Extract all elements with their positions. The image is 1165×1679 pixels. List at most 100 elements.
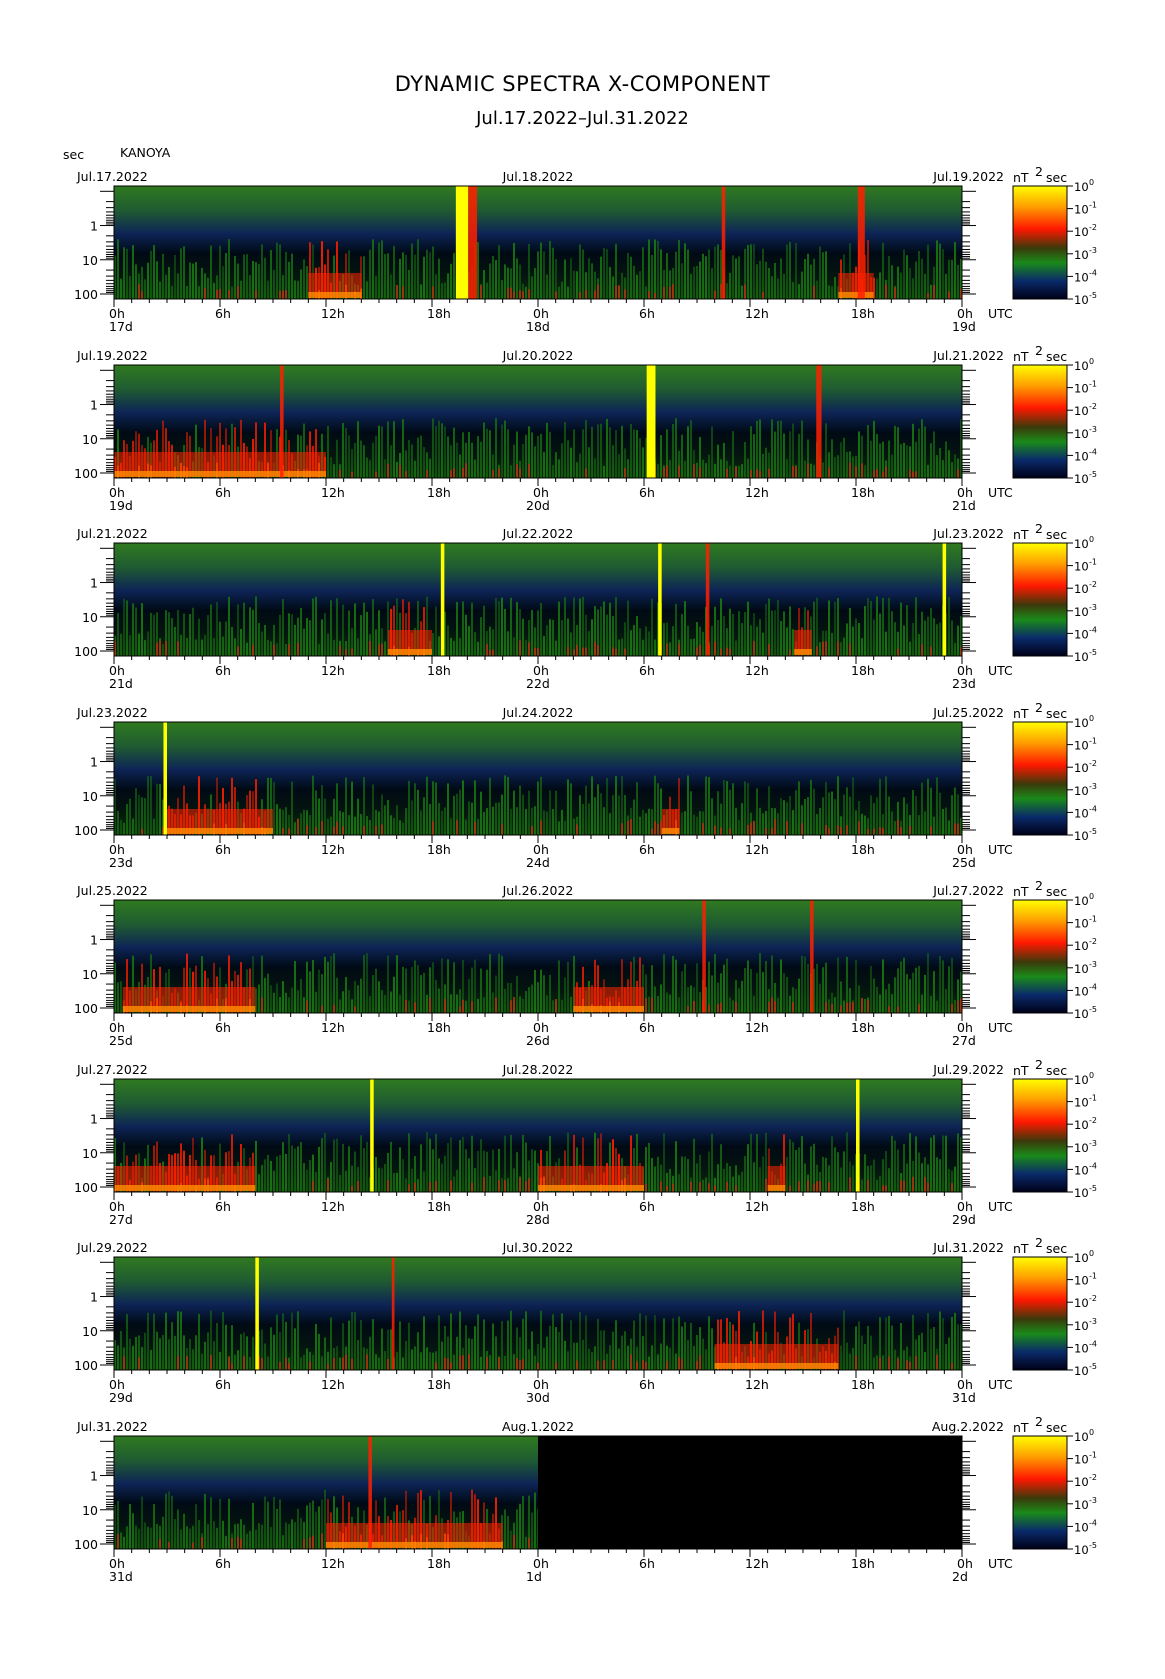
spectral-power-streak xyxy=(297,990,299,1013)
spectral-power-streak xyxy=(843,1310,845,1370)
spectral-power-streak xyxy=(690,419,692,478)
spectral-power-streak xyxy=(903,957,905,1013)
spectral-power-streak xyxy=(558,1331,560,1370)
spectral-power-streak xyxy=(720,648,722,656)
spectral-power-streak xyxy=(831,438,833,478)
spectral-power-streak xyxy=(630,1354,632,1370)
utc-label: UTC xyxy=(988,1198,1013,1214)
spectral-power-streak xyxy=(135,1336,137,1370)
y-tick-label: 100 xyxy=(74,1179,98,1194)
spectral-power-streak xyxy=(288,261,290,299)
spectral-power-streak xyxy=(405,807,407,835)
spectral-power-streak xyxy=(906,444,908,478)
spectral-power-streak xyxy=(660,1343,662,1370)
spectral-power-streak xyxy=(507,428,509,478)
spectral-power-streak xyxy=(780,258,782,299)
spectral-power-streak xyxy=(429,1181,431,1192)
colorbar-tick-exponent: -5 xyxy=(1089,1541,1097,1550)
spike-max xyxy=(942,543,947,656)
spectral-power-streak xyxy=(522,794,524,835)
spectral-power-streak xyxy=(576,461,578,478)
spectral-power-streak xyxy=(642,809,644,835)
spectral-power-streak xyxy=(561,999,563,1013)
spectral-power-streak xyxy=(951,461,953,478)
spectral-power-streak xyxy=(858,820,860,835)
spectral-power-streak xyxy=(624,467,626,478)
spectral-power-streak xyxy=(753,820,755,835)
x-tick-label: 6h xyxy=(639,484,655,500)
spectral-power-streak xyxy=(231,1537,233,1549)
spectral-power-streak xyxy=(144,1332,146,1370)
spectral-power-streak xyxy=(306,618,308,656)
colorbar-tick-exponent: -4 xyxy=(1089,625,1097,634)
colorbar-tick-exponent: -5 xyxy=(1089,291,1097,300)
spectral-power-streak xyxy=(606,418,608,478)
spectral-power-streak xyxy=(720,1143,722,1192)
spectral-power-streak xyxy=(522,443,524,478)
spectral-power-streak xyxy=(849,1353,851,1370)
panel-date-right: Jul.25.2022 xyxy=(933,704,1004,720)
spectral-power-streak xyxy=(552,619,554,656)
spectral-power-streak xyxy=(519,784,521,835)
spectral-power-streak xyxy=(927,292,929,299)
spectral-power-streak xyxy=(750,1133,752,1192)
spectral-power-streak xyxy=(726,647,728,656)
spectral-power-streak xyxy=(912,471,914,478)
spectral-power-streak xyxy=(876,468,878,478)
spectral-power-streak xyxy=(663,954,665,1013)
spectral-power-streak xyxy=(717,1003,719,1013)
spectral-power-streak xyxy=(261,631,263,656)
spectral-power-streak xyxy=(396,284,398,299)
spectral-power-streak xyxy=(828,1181,830,1192)
spectral-power-streak xyxy=(228,1356,230,1370)
spectral-power-streak xyxy=(501,597,503,656)
spectral-power-streak xyxy=(153,818,155,835)
spectral-power-streak xyxy=(342,1357,344,1370)
spectral-power-streak xyxy=(420,435,422,478)
spectral-power-streak xyxy=(669,994,671,1013)
spectral-power-streak xyxy=(357,798,359,835)
spectral-power-streak xyxy=(342,991,344,1013)
spectral-power-streak xyxy=(711,426,713,478)
spectral-power-streak xyxy=(687,1006,689,1013)
panel-day-mid: 30d xyxy=(526,1390,550,1405)
spectral-power-streak xyxy=(396,1352,398,1370)
spectral-power-streak xyxy=(420,809,422,835)
panel-date-right: Jul.19.2022 xyxy=(933,169,1004,184)
spectral-power-streak xyxy=(627,600,629,656)
spectral-power-streak xyxy=(498,1179,500,1192)
spectral-power-streak xyxy=(318,1146,320,1192)
spectral-power-streak xyxy=(639,628,641,656)
spectral-power-streak xyxy=(525,1180,527,1192)
spectral-power-streak xyxy=(510,808,512,835)
spectral-power-streak xyxy=(483,1176,485,1192)
spectral-power-streak xyxy=(198,618,200,656)
spectral-power-streak xyxy=(426,469,428,478)
spectral-power-streak xyxy=(321,820,323,835)
spectral-power-streak xyxy=(666,464,668,478)
spectral-power-streak xyxy=(447,959,449,1013)
spectral-power-streak xyxy=(726,780,728,835)
spectral-power-streak xyxy=(828,466,830,478)
spectral-power-streak xyxy=(924,810,926,835)
spectral-power-streak xyxy=(672,626,674,656)
spectral-power-streak xyxy=(930,284,932,299)
colorbar-tick-label: 10 xyxy=(1074,404,1089,418)
spectral-power-streak xyxy=(579,1312,581,1370)
spectral-power-streak xyxy=(672,423,674,478)
colorbar-tick-exponent: -4 xyxy=(1089,804,1097,813)
spectral-power-streak xyxy=(162,253,164,299)
spectral-power-streak xyxy=(759,953,761,1013)
spectral-power-streak xyxy=(129,1503,131,1549)
spectral-power-streak xyxy=(441,422,443,478)
spectral-power-streak xyxy=(339,1174,341,1192)
spectral-power-streak xyxy=(624,648,626,656)
colorbar-unit-exp: 2 xyxy=(1035,878,1043,893)
spectral-power-streak xyxy=(543,809,545,835)
spectral-power-streak xyxy=(897,1149,899,1192)
panel-day-mid: 18d xyxy=(526,319,550,334)
spectral-power-streak xyxy=(480,1138,482,1192)
spectral-power-streak xyxy=(957,1324,959,1370)
red-burst-core xyxy=(326,1541,503,1548)
spectral-power-streak xyxy=(315,991,317,1013)
